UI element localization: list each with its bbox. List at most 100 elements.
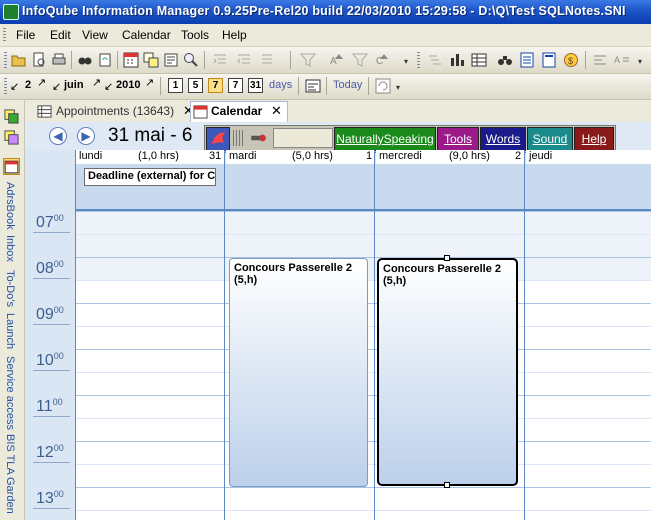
divider [33, 416, 70, 417]
side-tab-todos[interactable]: To-Do's [4, 270, 16, 307]
menu-view[interactable]: View [82, 28, 108, 42]
toolbar-overflow-icon[interactable]: ▾ [404, 57, 408, 66]
menu-edit[interactable]: Edit [50, 28, 71, 42]
separator [585, 51, 586, 69]
day-header-wednesday[interactable]: mercredi (9,0 hrs) 2 [376, 150, 524, 164]
menu-help[interactable]: Help [222, 28, 247, 42]
toolbar-overflow-icon[interactable]: ▾ [638, 57, 642, 66]
print-preview-icon[interactable] [31, 52, 47, 68]
day-value[interactable]: 2 [25, 79, 31, 91]
refresh-icon[interactable] [375, 78, 391, 94]
binoculars-icon[interactable] [497, 52, 513, 68]
date-toolbar: ↙ 2 ↗ ↙ juin ↗ ↙ 2010 ↗ 1 5 7 7 31 days … [0, 74, 651, 100]
view-5-days-button[interactable]: 5 [188, 78, 203, 93]
separator [71, 51, 72, 69]
naturallyspeaking-button[interactable]: NaturallySpeaking [334, 127, 436, 151]
separator [368, 77, 369, 95]
column-divider [374, 150, 375, 520]
list-dropdown-icon[interactable] [260, 52, 276, 68]
today-button[interactable]: Today [333, 79, 362, 91]
side-tab-adrsbook[interactable]: AdrsBook [4, 182, 16, 230]
day-header-tuesday[interactable]: mardi (5,0 hrs) 1 [226, 150, 374, 164]
align-icon[interactable] [592, 52, 608, 68]
title-bar: InfoQube Information Manager 0.9.25Pre-R… [0, 0, 651, 24]
side-tab-launch[interactable]: Launch [4, 313, 16, 349]
format-dropdown-icon[interactable]: C [374, 52, 390, 68]
timeline-icon[interactable] [305, 78, 321, 94]
time-label: 1200 [36, 443, 64, 461]
volume-meter-icon [233, 130, 243, 146]
divider [33, 508, 70, 509]
day-header-thursday[interactable]: jeudi [526, 150, 651, 164]
find-icon[interactable] [77, 52, 93, 68]
time-label: 0900 [36, 305, 64, 323]
event-tuesday[interactable]: Concours Passerelle 2 (5,h) [229, 258, 368, 487]
next-period-button[interactable]: ▶ [77, 127, 95, 145]
side-tab-garden[interactable]: Garden [4, 477, 16, 514]
sort-filter-icon[interactable] [352, 52, 368, 68]
view-7-days-alt-button[interactable]: 7 [228, 78, 243, 93]
currency-icon[interactable]: $ [563, 52, 579, 68]
year-value[interactable]: 2010 [116, 79, 140, 91]
prev-month-arrow-icon[interactable]: ↙ [52, 80, 61, 93]
notes-icon[interactable] [519, 52, 535, 68]
dragon-icon[interactable] [206, 127, 230, 151]
side-tab-service-access[interactable]: Service access [4, 356, 16, 430]
calendar-pane-icon[interactable] [3, 158, 20, 175]
tab-calendar[interactable]: Calendar ✕ [190, 101, 288, 122]
next-month-arrow-icon[interactable]: ↗ [92, 76, 101, 89]
toolbar-grip[interactable] [4, 52, 7, 68]
ns-words-button[interactable]: Words [480, 127, 526, 151]
indent-icon[interactable] [212, 52, 228, 68]
open-folder-icon[interactable] [11, 52, 27, 68]
new-item-icon[interactable] [4, 109, 19, 124]
document-icon[interactable] [541, 52, 557, 68]
filter-icon[interactable] [300, 52, 316, 68]
grip-handle[interactable] [3, 28, 6, 42]
day-header-monday[interactable]: lundi (1,0 hrs) 31 [76, 150, 224, 164]
new-sub-item-icon[interactable] [4, 130, 19, 145]
side-tab-bis-tla[interactable]: BIS TLA [4, 434, 16, 475]
prev-year-arrow-icon[interactable]: ↙ [104, 80, 113, 93]
resize-handle-top[interactable] [444, 255, 450, 261]
date-range-title: 31 mai - 6 [108, 125, 193, 146]
sync-icon[interactable] [97, 52, 113, 68]
separator [160, 77, 161, 95]
font-size-icon[interactable]: A [614, 52, 630, 68]
tab-appointments[interactable]: Appointments (13643) ✕ [37, 102, 207, 121]
microphone-icon[interactable] [249, 129, 267, 147]
side-tab-inbox[interactable]: Inbox [4, 235, 16, 262]
month-value[interactable]: juin [64, 79, 84, 91]
prev-day-arrow-icon[interactable]: ↙ [10, 80, 19, 93]
grid-icon[interactable] [471, 52, 487, 68]
resize-handle-bottom[interactable] [444, 482, 450, 488]
outdent-icon[interactable] [236, 52, 252, 68]
menu-file[interactable]: File [16, 28, 35, 42]
previous-period-button[interactable]: ◀ [49, 127, 67, 145]
close-tab-icon[interactable]: ✕ [271, 102, 282, 120]
ns-help-button[interactable]: Help [574, 127, 614, 151]
view-7-days-button[interactable]: 7 [208, 78, 223, 93]
menu-tools[interactable]: Tools [181, 28, 209, 42]
toolbar-grip[interactable] [417, 52, 420, 68]
zoom-icon[interactable] [183, 52, 199, 68]
sort-az-icon[interactable]: A [330, 52, 346, 68]
properties-icon[interactable] [163, 52, 179, 68]
ns-sound-button[interactable]: Sound [527, 127, 573, 151]
toolbar-grip[interactable] [4, 78, 7, 94]
view-31-days-button[interactable]: 31 [248, 78, 263, 93]
ns-tools-button[interactable]: Tools [437, 127, 479, 151]
calendar-view-icon[interactable] [123, 52, 139, 68]
next-day-arrow-icon[interactable]: ↗ [37, 76, 46, 89]
view-1-day-button[interactable]: 1 [168, 78, 183, 93]
outline-icon[interactable] [427, 52, 443, 68]
days-label: days [269, 79, 293, 91]
print-icon[interactable] [51, 52, 67, 68]
copy-icon[interactable] [143, 52, 159, 68]
toolbar-overflow-icon[interactable]: ▾ [396, 83, 400, 92]
next-year-arrow-icon[interactable]: ↗ [145, 76, 154, 89]
all-day-event[interactable]: Deadline (external) for C [84, 168, 216, 186]
menu-calendar[interactable]: Calendar [122, 28, 171, 42]
event-wednesday-selected[interactable]: Concours Passerelle 2 (5,h) [377, 258, 518, 486]
chart-icon[interactable] [449, 52, 465, 68]
